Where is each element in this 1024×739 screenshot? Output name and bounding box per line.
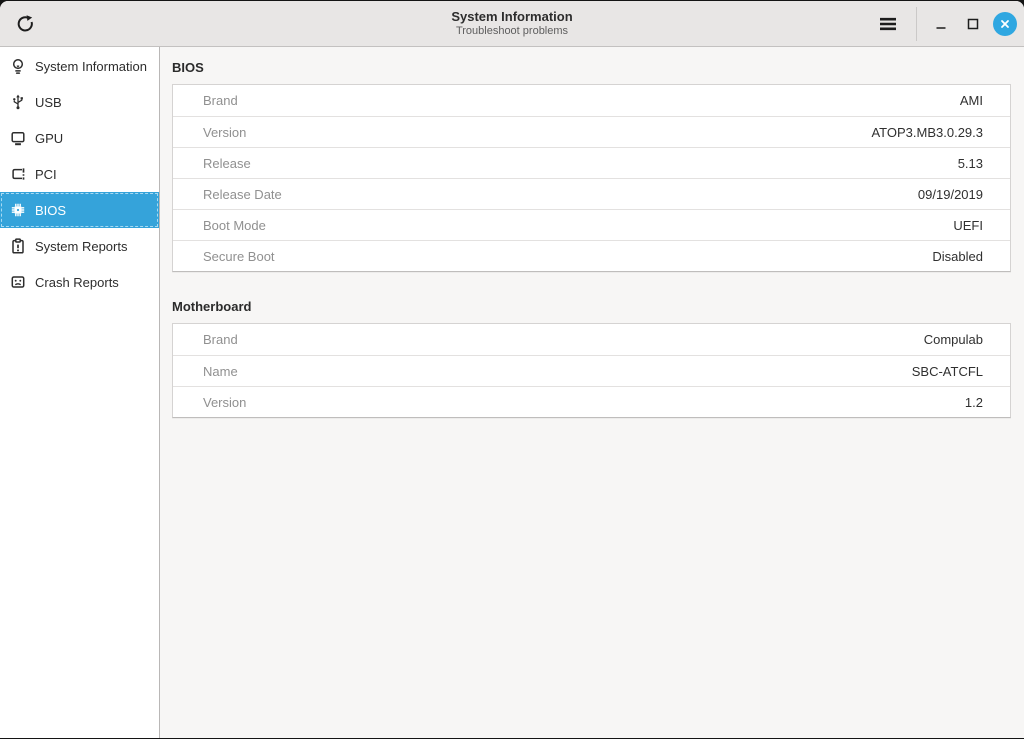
- maximize-button[interactable]: [961, 9, 985, 39]
- sidebar-item-label: PCI: [35, 167, 57, 182]
- menu-button[interactable]: [872, 8, 904, 40]
- close-button[interactable]: [993, 12, 1017, 36]
- window-subtitle: Troubleshoot problems: [456, 25, 568, 38]
- headerbar-separator: [916, 7, 917, 41]
- row-value: 09/19/2019: [918, 187, 983, 202]
- crash-face-icon: [10, 274, 26, 290]
- clipboard-alert-icon: [10, 238, 26, 254]
- row-value: 5.13: [958, 156, 983, 171]
- row-value: 1.2: [965, 395, 983, 410]
- usb-icon: [10, 94, 26, 110]
- lightbulb-icon: [10, 58, 26, 74]
- row-value: SBC-ATCFL: [912, 364, 983, 379]
- window-title: System Information: [451, 9, 572, 24]
- sidebar-item-label: GPU: [35, 131, 63, 146]
- app-window: System Information Troubleshoot problems: [0, 1, 1024, 738]
- refresh-icon: [15, 14, 35, 34]
- display-icon: [10, 130, 26, 146]
- row-value: UEFI: [953, 218, 983, 233]
- sidebar-item-gpu[interactable]: GPU: [0, 120, 159, 156]
- minimize-icon: [935, 18, 947, 30]
- row-label: Boot Mode: [203, 218, 953, 233]
- row-label: Brand: [203, 93, 960, 108]
- table-row: Version 1.2: [173, 386, 1010, 417]
- chip-icon: [10, 202, 26, 218]
- sidebar-item-label: System Reports: [35, 239, 127, 254]
- table-row: Release Date 09/19/2019: [173, 178, 1010, 209]
- table-row: Boot Mode UEFI: [173, 209, 1010, 240]
- row-value: ATOP3.MB3.0.29.3: [871, 125, 983, 140]
- row-label: Release Date: [203, 187, 918, 202]
- row-label: Version: [203, 125, 871, 140]
- refresh-button[interactable]: [9, 8, 41, 40]
- sidebar-item-crash-reports[interactable]: Crash Reports: [0, 264, 159, 300]
- sidebar-item-system-reports[interactable]: System Reports: [0, 228, 159, 264]
- row-label: Release: [203, 156, 958, 171]
- row-value: Compulab: [924, 332, 983, 347]
- headerbar: System Information Troubleshoot problems: [0, 1, 1024, 47]
- titlebar-title-area: System Information Troubleshoot problems: [0, 1, 1024, 46]
- row-value: Disabled: [932, 249, 983, 264]
- sidebar-item-system-information[interactable]: System Information: [0, 48, 159, 84]
- minimize-button[interactable]: [929, 9, 953, 39]
- table-row: Brand AMI: [173, 85, 1010, 116]
- row-label: Name: [203, 364, 912, 379]
- sidebar-item-pci[interactable]: PCI: [0, 156, 159, 192]
- table-row: Secure Boot Disabled: [173, 240, 1010, 271]
- section-heading-motherboard: Motherboard: [172, 299, 1011, 314]
- sidebar-item-label: Crash Reports: [35, 275, 119, 290]
- row-label: Brand: [203, 332, 924, 347]
- sidebar-item-bios[interactable]: BIOS: [0, 192, 159, 228]
- hamburger-menu-icon: [879, 17, 897, 31]
- close-icon: [999, 18, 1011, 30]
- sidebar-item-usb[interactable]: USB: [0, 84, 159, 120]
- pci-card-icon: [10, 166, 26, 182]
- section-heading-bios: BIOS: [172, 60, 1011, 75]
- row-value: AMI: [960, 93, 983, 108]
- main-content: BIOS Brand AMI Version ATOP3.MB3.0.29.3 …: [160, 47, 1024, 738]
- sidebar-item-label: BIOS: [35, 203, 66, 218]
- table-row: Brand Compulab: [173, 324, 1010, 355]
- maximize-icon: [967, 18, 979, 30]
- row-label: Version: [203, 395, 965, 410]
- row-label: Secure Boot: [203, 249, 932, 264]
- sidebar: System Information USB: [0, 47, 160, 738]
- sidebar-item-label: USB: [35, 95, 62, 110]
- table-row: Release 5.13: [173, 147, 1010, 178]
- motherboard-table: Brand Compulab Name SBC-ATCFL Version 1.…: [172, 323, 1011, 418]
- table-row: Version ATOP3.MB3.0.29.3: [173, 116, 1010, 147]
- table-row: Name SBC-ATCFL: [173, 355, 1010, 386]
- bios-table: Brand AMI Version ATOP3.MB3.0.29.3 Relea…: [172, 84, 1011, 272]
- sidebar-item-label: System Information: [35, 59, 147, 74]
